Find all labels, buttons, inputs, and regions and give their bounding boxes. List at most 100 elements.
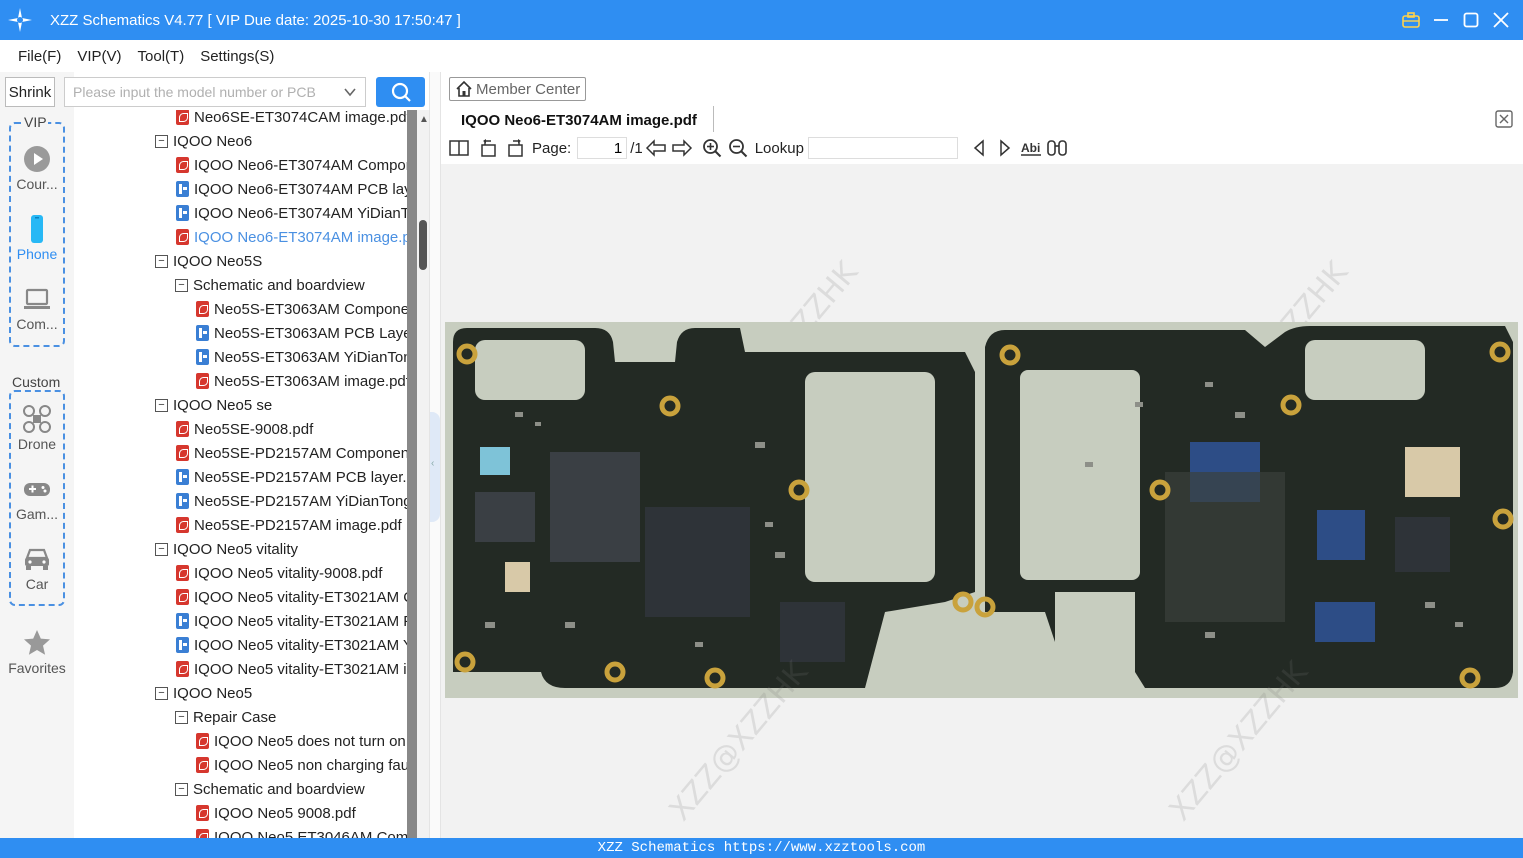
- tree-file[interactable]: Neo5S-ET3063AM YiDianTong: [196, 345, 407, 369]
- member-center-button[interactable]: Member Center: [449, 77, 587, 101]
- binoculars-icon[interactable]: [1044, 136, 1070, 160]
- collapse-toggle-icon[interactable]: −: [155, 542, 168, 556]
- zoom-in-icon[interactable]: [699, 136, 725, 160]
- tree-file[interactable]: IQOO Neo6-ET3074AM image.pdf: [176, 225, 407, 249]
- maximize-button[interactable]: [1461, 10, 1481, 30]
- tree-folder[interactable]: − IQOO Neo5S: [155, 249, 262, 273]
- menu-vip[interactable]: VIP(V): [77, 48, 121, 65]
- rail-item-course[interactable]: Cour...: [0, 144, 74, 192]
- menu-settings[interactable]: Settings(S): [200, 48, 274, 65]
- tree-file[interactable]: IQOO Neo5 vitality-ET3021AM PCB: [176, 609, 407, 633]
- tree-file[interactable]: Neo5SE-PD2157AM PCB layer.pcb: [176, 465, 407, 489]
- lookup-input[interactable]: [807, 137, 958, 159]
- tree-file[interactable]: IQOO Neo6-ET3074AM PCB layer: [176, 177, 407, 201]
- tree-file[interactable]: IQOO Neo6-ET3074AM YiDianTong: [176, 201, 407, 225]
- tree-folder[interactable]: − Schematic and boardview: [175, 777, 365, 801]
- tree-folder[interactable]: − IQOO Neo6: [155, 129, 252, 153]
- tree-file[interactable]: Neo5SE-PD2157AM image.pdf: [176, 513, 402, 537]
- rail-item-label: Cour...: [16, 176, 58, 192]
- tree-row-label: IQOO Neo6: [173, 132, 253, 150]
- tree-scrollbar[interactable]: ▲: [407, 110, 429, 838]
- tree-folder[interactable]: − Repair Case: [175, 705, 276, 729]
- rail-item-phone[interactable]: Phone: [0, 214, 74, 262]
- chevron-down-icon[interactable]: [343, 85, 357, 99]
- tree-file[interactable]: Neo5SE-PD2157AM Component: [176, 441, 407, 465]
- search-icon: [391, 82, 411, 102]
- tree-file[interactable]: IQOO Neo5 vitality-ET3021AM image: [176, 657, 407, 681]
- search-input[interactable]: [73, 84, 333, 100]
- rail-item-car[interactable]: Car: [0, 544, 74, 592]
- prev-page-icon[interactable]: [643, 136, 669, 160]
- tree-row-label: IQOO Neo5 ET3046AM Component: [214, 828, 407, 839]
- pdf-file-icon: [176, 661, 189, 677]
- scroll-thumb[interactable]: [419, 220, 427, 270]
- rail-item-favorites[interactable]: Favorites: [0, 628, 74, 676]
- panel-splitter[interactable]: ‹: [429, 72, 441, 838]
- boardview-file-icon: [176, 469, 189, 485]
- minimize-button[interactable]: [1431, 10, 1451, 30]
- tree-folder[interactable]: − IQOO Neo5 vitality: [155, 537, 298, 561]
- tree-file[interactable]: IQOO Neo5 vitality-ET3021AM YiDianTong: [176, 633, 407, 657]
- close-button[interactable]: [1491, 10, 1511, 30]
- tree-file[interactable]: Neo5SE-PD2157AM YiDianTong: [176, 489, 407, 513]
- tree-file[interactable]: IQOO Neo5 ET3046AM Component: [196, 825, 407, 838]
- next-page-icon[interactable]: [669, 136, 695, 160]
- pdf-file-icon: [196, 733, 209, 749]
- collapse-toggle-icon[interactable]: −: [175, 782, 188, 796]
- menu-file[interactable]: File(F): [18, 48, 61, 65]
- shrink-button[interactable]: Shrink: [5, 77, 55, 107]
- find-next-icon[interactable]: [992, 136, 1018, 160]
- rail-item-game[interactable]: Gam...: [0, 474, 74, 522]
- collapse-toggle-icon[interactable]: −: [155, 134, 168, 148]
- collapse-toggle-icon[interactable]: −: [155, 686, 168, 700]
- collapse-toggle-icon[interactable]: −: [155, 254, 168, 268]
- tree-file[interactable]: Neo6SE-ET3074CAM image.pdf: [176, 110, 407, 129]
- find-prev-icon[interactable]: [966, 136, 992, 160]
- rail-item-computer[interactable]: Com...: [0, 284, 74, 332]
- search-box[interactable]: [64, 77, 366, 107]
- menu-tool[interactable]: Tool(T): [138, 48, 185, 65]
- tree-row-label: IQOO Neo6-ET3074AM Component: [194, 156, 407, 174]
- tab-document[interactable]: IQOO Neo6-ET3074AM image.pdf: [461, 108, 697, 132]
- rotate-right-icon[interactable]: [502, 136, 528, 160]
- pdf-file-icon: [176, 421, 189, 437]
- tree-file[interactable]: IQOO Neo6-ET3074AM Component: [176, 153, 407, 177]
- pcb-board-image: [445, 322, 1518, 698]
- rail-item-label: Com...: [16, 316, 58, 332]
- briefcase-icon[interactable]: [1401, 10, 1421, 30]
- tree-row-label: Neo5SE-PD2157AM image.pdf: [194, 516, 402, 534]
- tab-separator: [713, 106, 714, 132]
- close-tab-icon[interactable]: [1495, 110, 1513, 128]
- collapse-toggle-icon[interactable]: −: [155, 398, 168, 412]
- tree-file[interactable]: IQOO Neo5 non charging fault: [196, 753, 407, 777]
- zoom-out-icon[interactable]: [725, 136, 751, 160]
- tree-file[interactable]: Neo5S-ET3063AM PCB Layer: [196, 321, 407, 345]
- tree-row-label: Neo5SE-9008.pdf: [194, 420, 314, 438]
- tree-file[interactable]: IQOO Neo5 vitality-9008.pdf: [176, 561, 382, 585]
- tree-folder[interactable]: − Schematic and boardview: [175, 273, 365, 297]
- tree-row-label: IQOO Neo6-ET3074AM image.pdf: [194, 228, 407, 246]
- tree-file[interactable]: Neo5S-ET3063AM Component: [196, 297, 407, 321]
- scroll-up-icon[interactable]: ▲: [419, 114, 429, 125]
- search-button[interactable]: [376, 77, 425, 107]
- tree-file[interactable]: IQOO Neo5 does not turn on: [196, 729, 406, 753]
- toggle-sidebar-icon[interactable]: [446, 136, 472, 160]
- collapse-toggle-icon[interactable]: −: [175, 710, 188, 724]
- rotate-left-icon[interactable]: [476, 136, 502, 160]
- document-canvas[interactable]: XZZ@XZZHK XZZ@XZZHK: [441, 164, 1523, 838]
- boardview-file-icon: [176, 181, 189, 197]
- tree-folder[interactable]: − IQOO Neo5: [155, 681, 252, 705]
- page-number-input[interactable]: [577, 137, 628, 159]
- page-total: /1: [630, 139, 643, 157]
- collapse-handle[interactable]: ‹: [430, 412, 440, 522]
- tree-file[interactable]: Neo5SE-9008.pdf: [176, 417, 313, 441]
- tree-file[interactable]: IQOO Neo5 vitality-ET3021AM Component: [176, 585, 407, 609]
- tree-file[interactable]: IQOO Neo5 9008.pdf: [196, 801, 356, 825]
- tree-row-label: Neo5S-ET3063AM Component: [214, 300, 407, 318]
- tree-folder[interactable]: − IQOO Neo5 se: [155, 393, 272, 417]
- pdf-file-icon: [176, 229, 189, 245]
- tree-file[interactable]: Neo5S-ET3063AM image.pdf: [196, 369, 407, 393]
- collapse-toggle-icon[interactable]: −: [175, 278, 188, 292]
- match-case-icon[interactable]: Abi: [1018, 136, 1044, 160]
- rail-item-drone[interactable]: Drone: [0, 404, 74, 452]
